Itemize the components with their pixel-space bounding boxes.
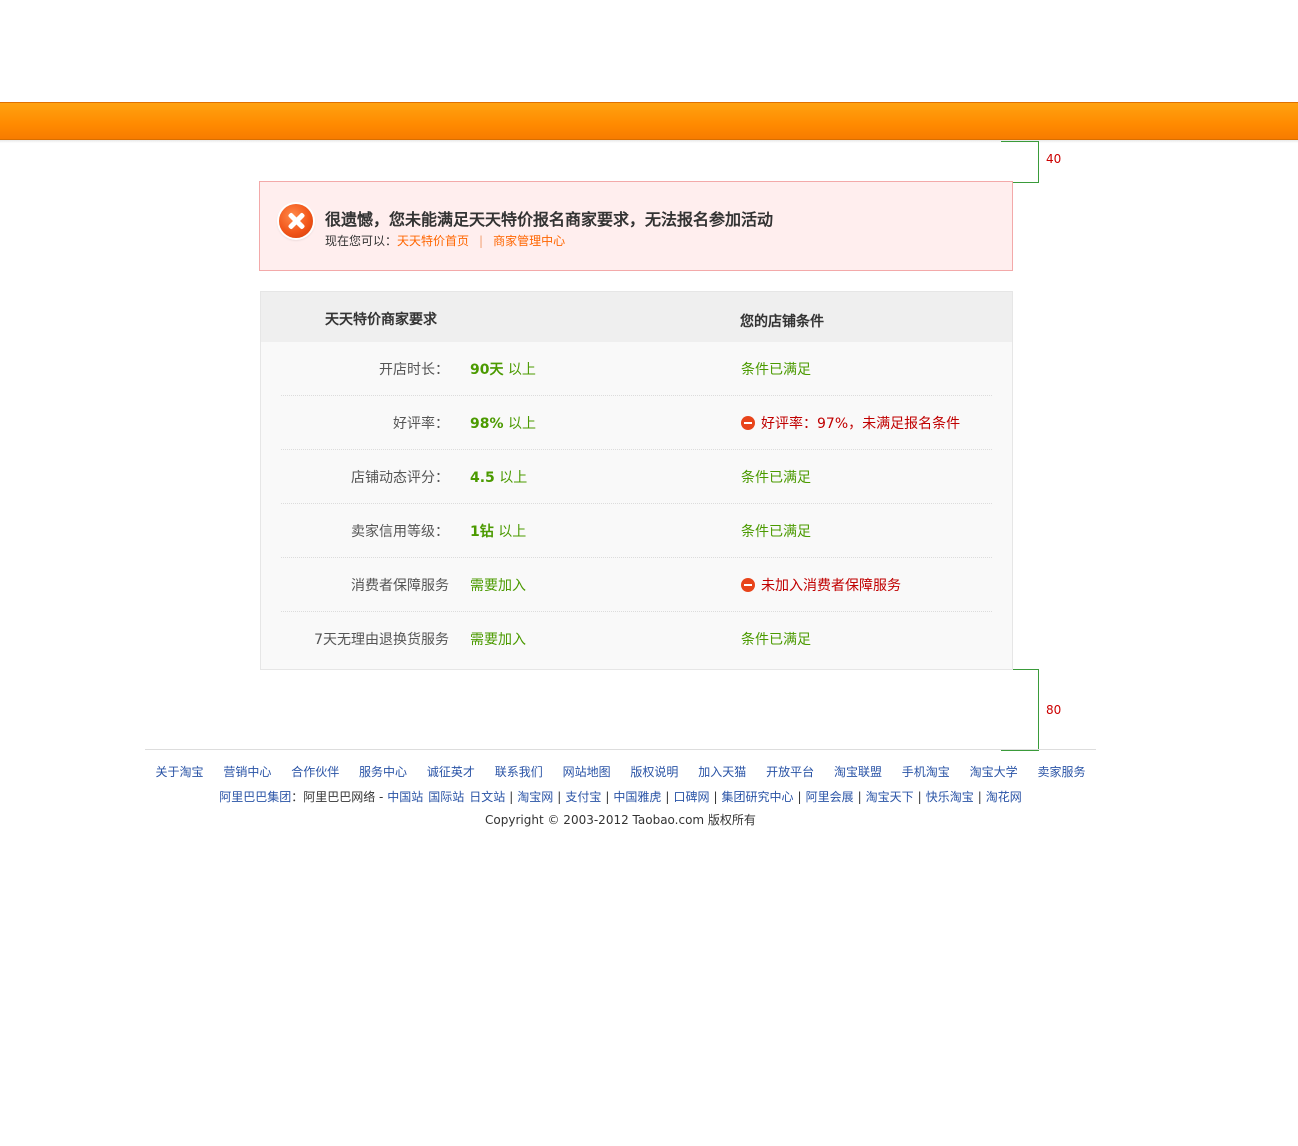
footer-link-university[interactable]: 淘宝大学 bbox=[970, 765, 1018, 779]
footer-link-sitemap[interactable]: 网站地图 bbox=[563, 765, 611, 779]
site-link-koubei[interactable]: 口碑网 bbox=[673, 790, 709, 804]
table-row: 7天无理由退换货服务 需要加入 条件已满足 bbox=[281, 612, 992, 666]
footer-group-sites: 阿里巴巴集团：阿里巴巴网络 - 中国站 国际站 日文站 | 淘宝网 | 支付宝 | 中国雅虎 | 口… bbox=[219, 790, 1022, 804]
table-row: 卖家信用等级： 1钻 以上 条件已满足 bbox=[281, 504, 992, 558]
row-status-ok: 条件已满足 bbox=[741, 470, 811, 486]
row-requirement: 98% 以上 bbox=[470, 416, 536, 432]
table-row: 店铺动态评分： 4.5 以上 条件已满足 bbox=[281, 450, 992, 504]
site-link-happy[interactable]: 快乐淘宝 bbox=[926, 790, 974, 804]
site-link-alipay[interactable]: 支付宝 bbox=[565, 790, 601, 804]
footer-link-partners[interactable]: 合作伙伴 bbox=[291, 765, 339, 779]
header-shadow bbox=[0, 140, 1298, 143]
row-status-ok: 条件已满足 bbox=[741, 524, 811, 540]
spacing-label-bottom: 80 bbox=[1046, 703, 1062, 717]
footer-link-marketing[interactable]: 营销中心 bbox=[223, 765, 271, 779]
site-link-taohua[interactable]: 淘花网 bbox=[986, 790, 1022, 804]
footer-link-alliance[interactable]: 淘宝联盟 bbox=[834, 765, 882, 779]
row-label: 卖家信用等级： bbox=[351, 524, 449, 540]
row-label: 消费者保障服务 bbox=[351, 578, 449, 594]
link-separator: | bbox=[479, 234, 484, 248]
row-status-fail: 未加入消费者保障服务 bbox=[741, 575, 901, 595]
row-status-ok: 条件已满足 bbox=[741, 632, 811, 648]
site-link-taobao[interactable]: 淘宝网 bbox=[517, 790, 553, 804]
table-row: 消费者保障服务 需要加入 未加入消费者保障服务 bbox=[281, 558, 992, 612]
footer-links: 关于淘宝 营销中心 合作伙伴 服务中心 诚征英才 联系我们 网站地图 版权说明 … bbox=[145, 763, 1096, 780]
footer-link-about[interactable]: 关于淘宝 bbox=[156, 765, 204, 779]
site-link-research[interactable]: 集团研究中心 bbox=[722, 790, 794, 804]
site-link-tianxia[interactable]: 淘宝天下 bbox=[866, 790, 914, 804]
site-link-yahoo[interactable]: 中国雅虎 bbox=[613, 790, 661, 804]
error-message-box: 很遗憾，您未能满足天天特价报名商家要求，无法报名参加活动 现在您可以：天天特价首… bbox=[259, 181, 1013, 271]
minus-circle-icon bbox=[741, 416, 755, 430]
header-orange-bar bbox=[0, 102, 1298, 140]
group-link-alibaba[interactable]: 阿里巴巴集团 bbox=[219, 790, 291, 804]
table-header: 天天特价商家要求 您的店铺条件 bbox=[261, 292, 1012, 342]
row-requirement: 4.5 以上 bbox=[470, 470, 528, 486]
footer-link-mobile[interactable]: 手机淘宝 bbox=[902, 765, 950, 779]
error-prompt: 现在您可以： bbox=[325, 234, 398, 248]
footer-link-copyright[interactable]: 版权说明 bbox=[630, 765, 678, 779]
site-link-intl[interactable]: 国际站 bbox=[428, 790, 464, 804]
spacing-bracket-top bbox=[1001, 141, 1039, 183]
row-label: 7天无理由退换货服务 bbox=[314, 632, 449, 648]
site-link-china[interactable]: 中国站 bbox=[387, 790, 423, 804]
error-x-icon bbox=[279, 204, 313, 238]
spacing-label-top: 40 bbox=[1046, 152, 1062, 166]
merchant-center-link[interactable]: 商家管理中心 bbox=[493, 234, 565, 248]
minus-circle-icon bbox=[741, 578, 755, 592]
row-label: 店铺动态评分： bbox=[351, 470, 449, 486]
footer-link-service[interactable]: 服务中心 bbox=[359, 765, 407, 779]
copyright-text: Copyright © 2003-2012 Taobao.com 版权所有 bbox=[485, 813, 756, 827]
row-requirement: 90天 以上 bbox=[470, 362, 536, 378]
group-colon: ： bbox=[291, 790, 304, 804]
row-requirement: 需要加入 bbox=[470, 578, 526, 594]
table-row: 好评率： 98% 以上 好评率：97%，未满足报名条件 bbox=[281, 396, 992, 450]
row-label: 好评率： bbox=[393, 416, 449, 432]
site-link-japan[interactable]: 日文站 bbox=[469, 790, 505, 804]
error-suggestion: 现在您可以：天天特价首页 | 商家管理中心 bbox=[325, 232, 565, 249]
header-shop-conditions: 您的店铺条件 bbox=[740, 314, 824, 330]
tejia-home-link[interactable]: 天天特价首页 bbox=[397, 234, 469, 248]
footer-link-seller-service[interactable]: 卖家服务 bbox=[1037, 765, 1085, 779]
footer-link-jobs[interactable]: 诚征英才 bbox=[427, 765, 475, 779]
spacing-bracket-bottom bbox=[1001, 669, 1039, 751]
footer-divider bbox=[145, 749, 1096, 750]
requirements-table: 天天特价商家要求 您的店铺条件 开店时长： 90天 以上 条件已满足 好评率： … bbox=[260, 291, 1013, 670]
row-requirement: 需要加入 bbox=[470, 632, 526, 648]
row-requirement: 1钻 以上 bbox=[470, 524, 527, 540]
site-link-expo[interactable]: 阿里会展 bbox=[806, 790, 854, 804]
row-status-fail: 好评率：97%，未满足报名条件 bbox=[741, 413, 960, 433]
footer-link-join-tmall[interactable]: 加入天猫 bbox=[698, 765, 746, 779]
header-requirements: 天天特价商家要求 bbox=[325, 312, 437, 328]
table-row: 开店时长： 90天 以上 条件已满足 bbox=[281, 342, 992, 396]
row-label: 开店时长： bbox=[379, 362, 449, 378]
error-title: 很遗憾，您未能满足天天特价报名商家要求，无法报名参加活动 bbox=[325, 210, 774, 229]
network-label: 阿里巴巴网络 - bbox=[303, 790, 388, 804]
footer-link-open-platform[interactable]: 开放平台 bbox=[766, 765, 814, 779]
footer-link-contact[interactable]: 联系我们 bbox=[495, 765, 543, 779]
row-status-ok: 条件已满足 bbox=[741, 362, 811, 378]
